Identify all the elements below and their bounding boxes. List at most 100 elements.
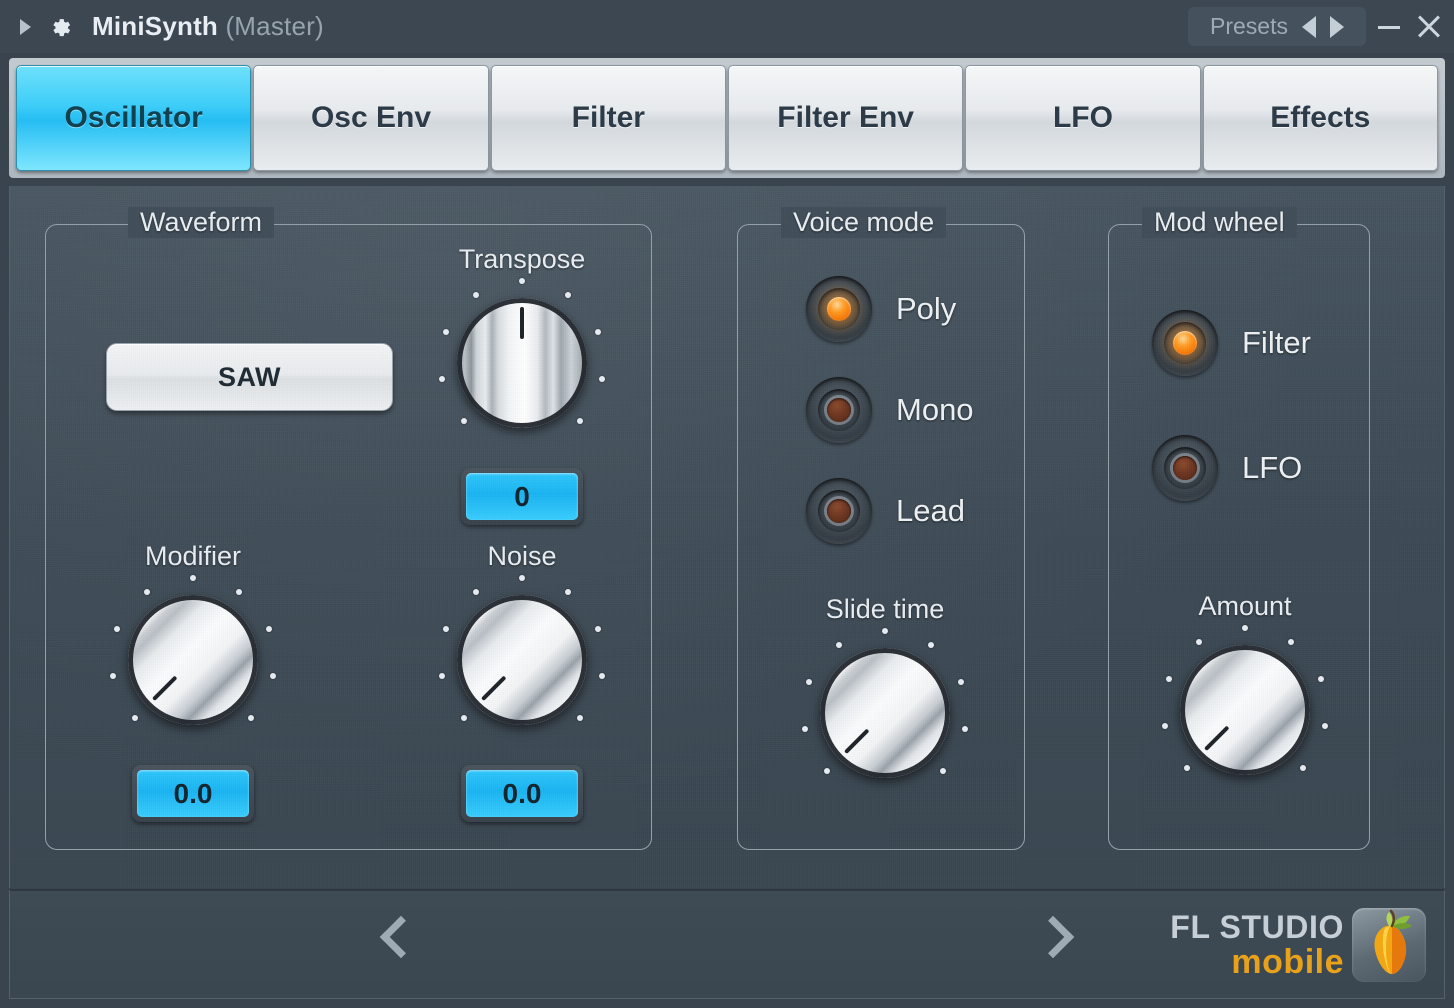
knob-tick-dot xyxy=(1184,764,1191,771)
knob-noise-body[interactable] xyxy=(457,595,587,725)
app-title: MiniSynth xyxy=(92,11,219,41)
knob-tick-dot xyxy=(806,678,813,685)
minimize-icon[interactable] xyxy=(1372,10,1406,44)
tab-filter-env[interactable]: Filter Env xyxy=(727,65,964,171)
waveform-select[interactable]: SAW xyxy=(106,343,393,411)
knob-tick-dot xyxy=(599,672,606,679)
knob-tick-dot xyxy=(443,625,450,632)
close-icon[interactable] xyxy=(1412,10,1446,44)
knob-transpose-readout[interactable]: 0 xyxy=(461,468,583,525)
tab-filter[interactable]: Filter xyxy=(490,65,726,171)
knob-tick-dot xyxy=(939,767,946,774)
knob-amount-body[interactable] xyxy=(1180,645,1310,775)
knob-modifier-value: 0.0 xyxy=(137,770,249,817)
knob-modifier-body[interactable] xyxy=(128,595,258,725)
knob-amount-dial[interactable] xyxy=(1160,625,1330,795)
knob-noise-dial[interactable] xyxy=(437,575,607,745)
knob-slide-time-indicator xyxy=(843,728,870,755)
tab-osc-env[interactable]: Osc Env xyxy=(253,65,489,171)
presets-control[interactable]: Presets xyxy=(1188,7,1366,46)
knob-noise-indicator xyxy=(480,675,507,702)
knob-tick-dot xyxy=(1242,625,1248,631)
knob-tick-dot xyxy=(461,417,468,424)
radio-modwheel-lfo[interactable]: LFO xyxy=(1152,435,1302,501)
triangle-right-icon[interactable] xyxy=(20,18,31,35)
tab-oscillator[interactable]: Oscillator xyxy=(16,65,252,171)
app-title-suffix: (Master) xyxy=(225,11,324,41)
led-indicator-icon xyxy=(1152,435,1218,501)
knob-slide-time-label: Slide time xyxy=(825,594,945,624)
radio-voice-mono[interactable]: Mono xyxy=(806,377,974,443)
knob-amount: Amount xyxy=(1140,591,1350,821)
led-indicator-icon xyxy=(806,377,872,443)
brand-name-bottom: mobile xyxy=(1231,943,1344,981)
knob-modifier-readout[interactable]: 0.0 xyxy=(132,765,254,822)
knob-noise-label: Noise xyxy=(487,541,557,571)
knob-tick-dot xyxy=(247,714,254,721)
waveform-select-value: SAW xyxy=(217,361,281,392)
knob-slide-time: Slide time xyxy=(780,594,990,824)
gear-icon[interactable] xyxy=(48,12,78,42)
radio-voice-lead[interactable]: Lead xyxy=(806,478,965,544)
knob-amount-indicator xyxy=(1203,725,1230,752)
knob-tick-dot xyxy=(824,767,831,774)
knob-tick-dot xyxy=(1299,764,1306,771)
knob-tick-dot xyxy=(882,628,888,634)
knob-tick-dot xyxy=(132,714,139,721)
group-voice-mode-legend: Voice mode xyxy=(781,207,947,238)
knob-slide-time-dial[interactable] xyxy=(800,628,970,798)
knob-tick-dot xyxy=(1317,675,1324,682)
knob-noise: Noise 0.0 xyxy=(417,541,627,831)
knob-tick-dot xyxy=(594,625,601,632)
oscillator-panel: Waveform SAW Transpose 0 Modifier 0.0 No… xyxy=(9,186,1445,888)
chevron-right-icon[interactable] xyxy=(1031,913,1092,975)
tab-lfo[interactable]: LFO xyxy=(965,65,1201,171)
knob-tick-dot xyxy=(1166,675,1173,682)
knob-transpose-label: Transpose xyxy=(458,244,586,274)
knob-transpose-body[interactable] xyxy=(457,298,587,428)
knob-tick-dot xyxy=(599,375,606,382)
knob-modifier-indicator xyxy=(151,675,178,702)
knob-tick-dot xyxy=(1322,722,1329,729)
presets-label: Presets xyxy=(1210,13,1288,39)
knob-tick-dot xyxy=(473,588,480,595)
knob-tick-dot xyxy=(957,678,964,685)
knob-tick-dot xyxy=(438,672,445,679)
knob-tick-dot xyxy=(443,328,450,335)
knob-tick-dot xyxy=(564,588,571,595)
knob-tick-dot xyxy=(1287,638,1294,645)
footer-bar: FL STUDIO mobile xyxy=(9,889,1445,999)
knob-noise-value: 0.0 xyxy=(466,770,578,817)
page-title: MiniSynth (Master) xyxy=(92,11,324,42)
knob-tick-dot xyxy=(270,672,277,679)
knob-tick-dot xyxy=(114,625,121,632)
knob-transpose-value: 0 xyxy=(466,473,578,520)
group-waveform-legend: Waveform xyxy=(128,207,275,238)
knob-tick-dot xyxy=(564,291,571,298)
led-indicator-icon xyxy=(1152,310,1218,376)
knob-tick-dot xyxy=(576,417,583,424)
knob-transpose-dial[interactable] xyxy=(437,278,607,448)
fl-fruit-icon xyxy=(1352,908,1426,982)
radio-modwheel-filter-label: Filter xyxy=(1242,325,1311,360)
knob-noise-readout[interactable]: 0.0 xyxy=(461,765,583,822)
knob-tick-dot xyxy=(473,291,480,298)
knob-amount-label: Amount xyxy=(1198,591,1292,621)
radio-voice-lead-label: Lead xyxy=(896,493,965,528)
knob-tick-dot xyxy=(438,375,445,382)
tab-bar: Oscillator Osc Env Filter Filter Env LFO… xyxy=(9,58,1445,178)
knob-modifier-dial[interactable] xyxy=(108,575,278,745)
knob-tick-dot xyxy=(144,588,151,595)
title-bar: MiniSynth (Master) Presets xyxy=(0,0,1454,53)
chevron-left-icon[interactable] xyxy=(372,913,432,975)
triangle-left-icon[interactable] xyxy=(1301,15,1316,38)
knob-slide-time-body[interactable] xyxy=(820,648,950,778)
radio-voice-poly-label: Poly xyxy=(896,291,957,326)
radio-modwheel-filter[interactable]: Filter xyxy=(1152,310,1311,376)
triangle-right-icon[interactable] xyxy=(1329,15,1344,38)
led-indicator-icon xyxy=(806,276,872,342)
knob-modifier: Modifier 0.0 xyxy=(88,541,298,831)
radio-voice-poly[interactable]: Poly xyxy=(806,276,956,342)
minisynth-window: MiniSynth (Master) Presets Oscillator Os… xyxy=(0,0,1454,1008)
tab-effects[interactable]: Effects xyxy=(1202,65,1438,171)
